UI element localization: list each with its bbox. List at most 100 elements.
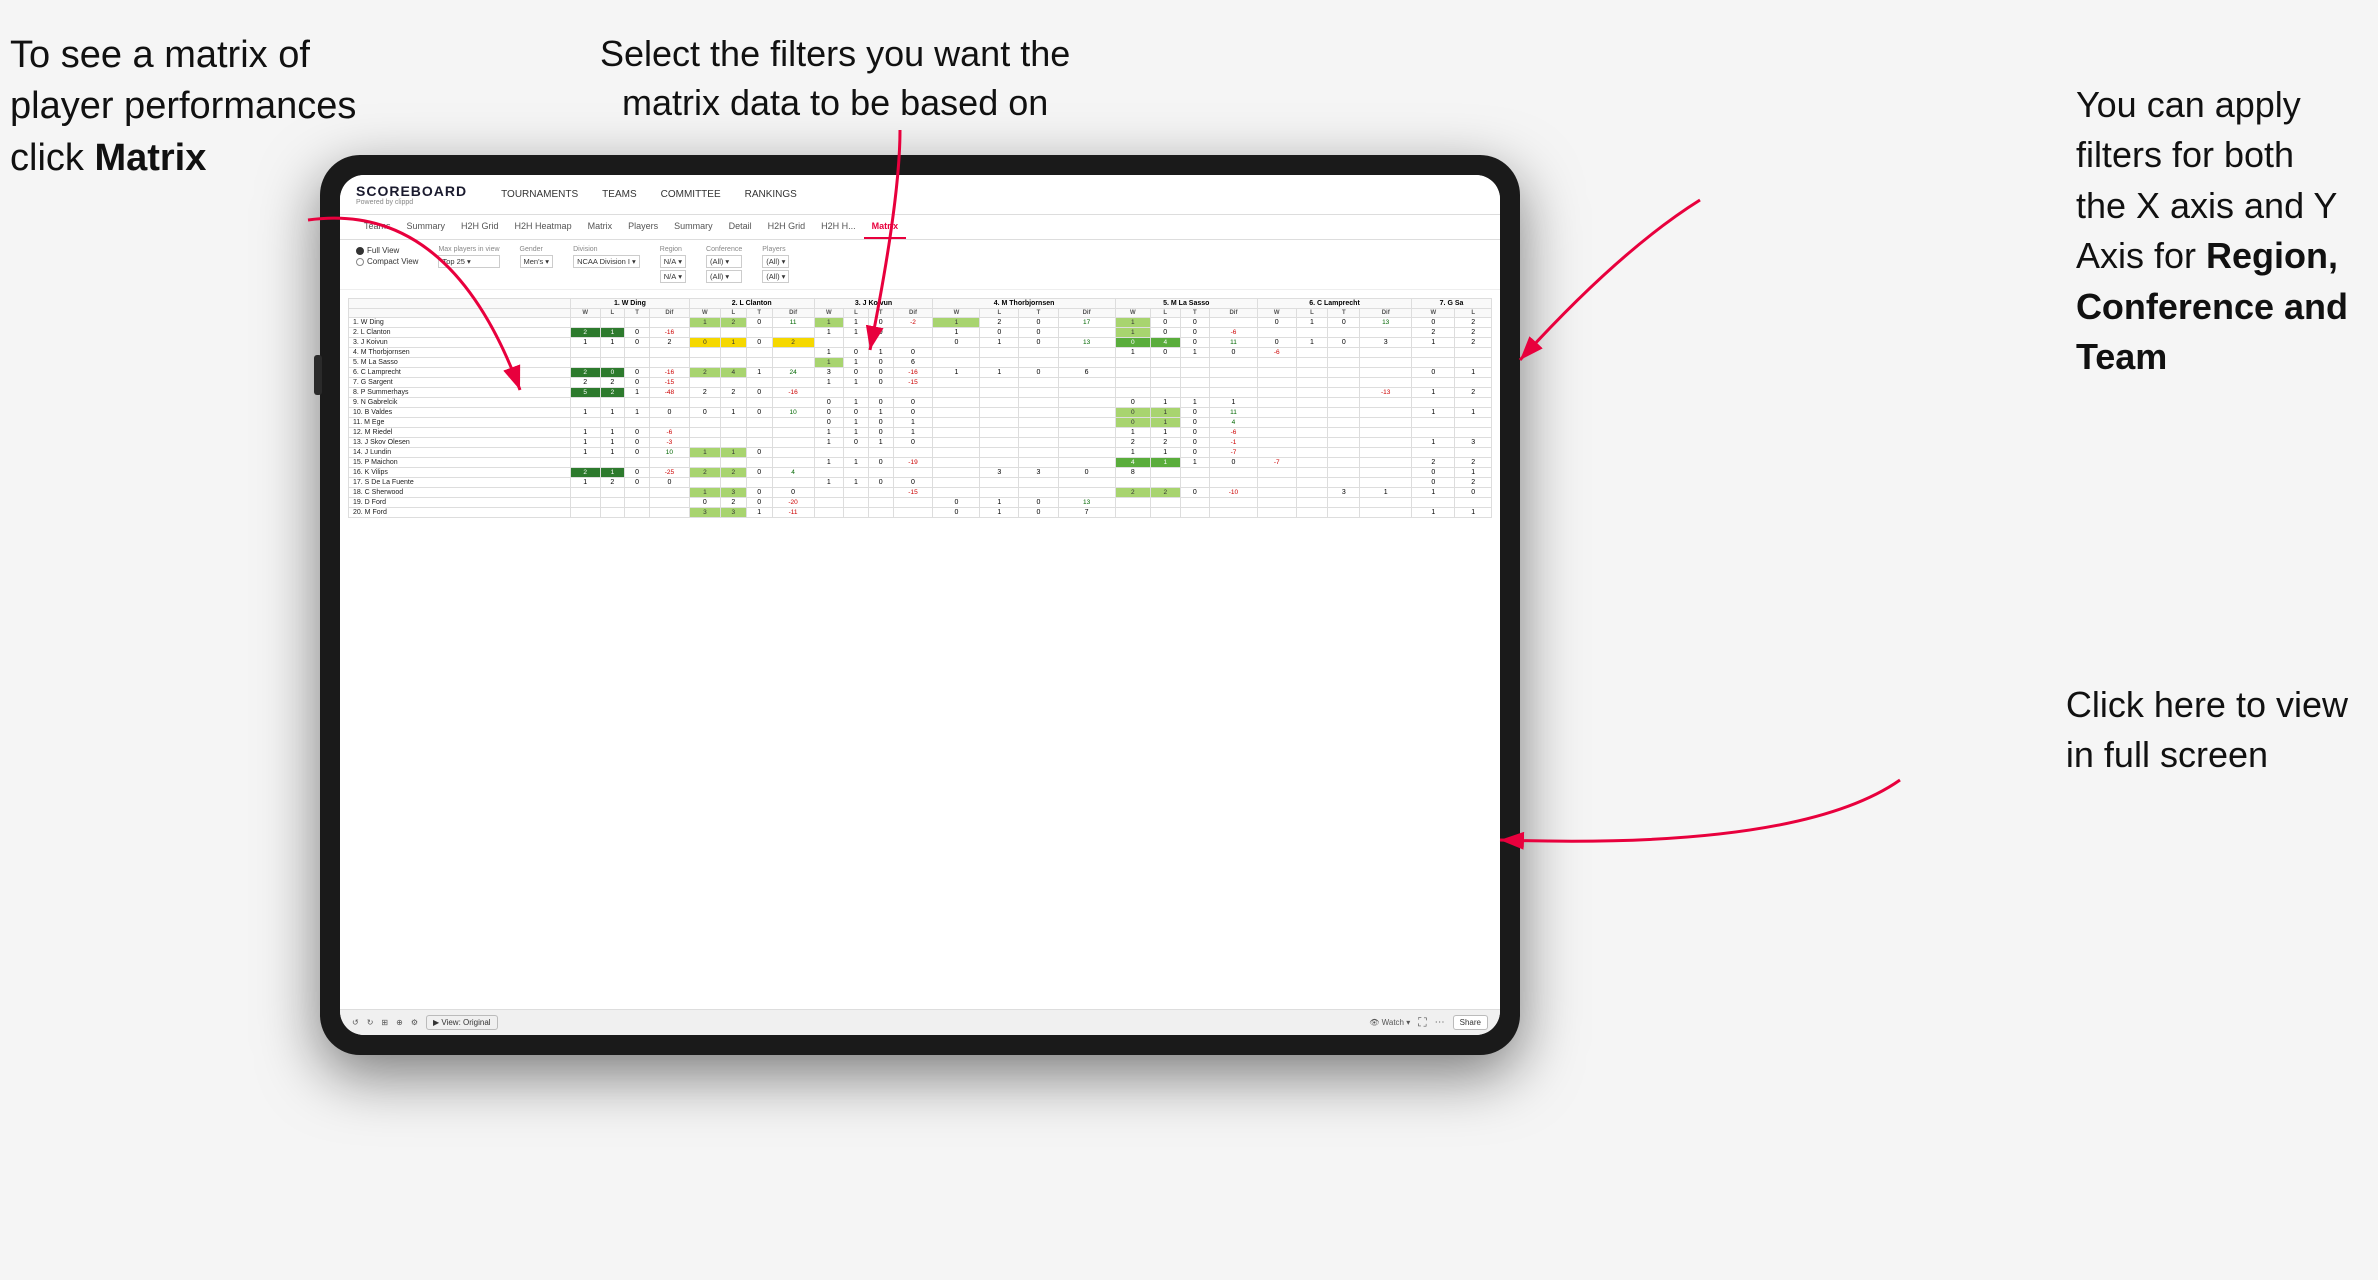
settings-icon[interactable]: ⚙ bbox=[411, 1018, 418, 1027]
compact-view-dot bbox=[356, 258, 364, 266]
annotation-top-left: To see a matrix of player performances c… bbox=[10, 30, 356, 184]
tablet-screen: SCOREBOARD Powered by clippd TOURNAMENTS… bbox=[340, 175, 1500, 1035]
filter-max-players: Max players in view Top 25 ▾ bbox=[438, 246, 499, 268]
full-view-radio[interactable]: Full View bbox=[356, 246, 418, 255]
undo-icon[interactable]: ↺ bbox=[352, 1018, 359, 1027]
view-icon: ▶ bbox=[433, 1018, 439, 1027]
tab-summary2[interactable]: Summary bbox=[666, 215, 721, 239]
compact-view-label: Compact View bbox=[367, 257, 418, 266]
tab-detail[interactable]: Detail bbox=[721, 215, 760, 239]
table-row: 1. W Ding 12011 110-2 12017 100 01013 02 bbox=[349, 318, 1492, 328]
conference-select2[interactable]: (All) ▾ bbox=[706, 270, 742, 283]
players-value1: (All) bbox=[766, 257, 779, 266]
tab-teams[interactable]: Teams bbox=[356, 215, 399, 239]
filter-row: Full View Compact View Max players in vi… bbox=[340, 240, 1500, 290]
col-header-3: 3. J Koivun bbox=[814, 299, 933, 309]
region-select2[interactable]: N/A ▾ bbox=[660, 270, 686, 283]
region-value2: N/A bbox=[664, 272, 677, 281]
table-row: 13. J Skov Olesen 110-3 1010 220-1 13 bbox=[349, 438, 1492, 448]
matrix-table: 1. W Ding 2. L Clanton 3. J Koivun 4. M … bbox=[348, 298, 1492, 518]
table-row: 10. B Valdes 1110 01010 0010 01011 11 bbox=[349, 408, 1492, 418]
tab-h2h-h[interactable]: H2H H... bbox=[813, 215, 864, 239]
nav-committee[interactable]: COMMITTEE bbox=[657, 187, 725, 202]
filter-division: Division NCAA Division I ▾ bbox=[573, 246, 640, 268]
tab-h2h-grid2[interactable]: H2H Grid bbox=[760, 215, 814, 239]
table-row: 18. C Sherwood 1300 -15 220-10 31 10 bbox=[349, 488, 1492, 498]
share-icon[interactable]: ⋯ bbox=[1435, 1017, 1445, 1028]
header-player bbox=[349, 299, 571, 309]
filter-region: Region N/A ▾ N/A ▾ bbox=[660, 246, 686, 283]
sub-tabs: Teams Summary H2H Grid H2H Heatmap Matri… bbox=[340, 215, 1500, 240]
table-row: 2. L Clanton 210-16 110 100 100-6 22 bbox=[349, 328, 1492, 338]
gender-select[interactable]: Men's ▾ bbox=[520, 255, 554, 268]
tab-matrix-active[interactable]: Matrix bbox=[864, 215, 907, 239]
watch-button[interactable]: 👁 Watch ▾ bbox=[1369, 1018, 1410, 1027]
table-row: 7. G Sargent 220-15 110-15 bbox=[349, 378, 1492, 388]
tab-players[interactable]: Players bbox=[620, 215, 666, 239]
filter-gender: Gender Men's ▾ bbox=[520, 246, 554, 268]
filter-players: Players (All) ▾ (All) ▾ bbox=[762, 246, 789, 283]
region-value1: N/A bbox=[664, 257, 677, 266]
col-header-2: 2. L Clanton bbox=[689, 299, 814, 309]
col-header-1: 1. W Ding bbox=[570, 299, 689, 309]
region-select1[interactable]: N/A ▾ bbox=[660, 255, 686, 268]
top-nav: SCOREBOARD Powered by clippd TOURNAMENTS… bbox=[340, 175, 1500, 215]
annotation-top-right: You can applyfilters for boththe X axis … bbox=[2076, 80, 2348, 382]
table-row: 15. P Maichon 110-19 4110 -7 22 bbox=[349, 458, 1492, 468]
tab-matrix[interactable]: Matrix bbox=[580, 215, 621, 239]
region-label: Region bbox=[660, 246, 686, 253]
full-view-label: Full View bbox=[367, 246, 399, 255]
table-row: 8. P Summerhays 521-48 220-16 -13 12 bbox=[349, 388, 1492, 398]
tab-h2h-grid[interactable]: H2H Grid bbox=[453, 215, 507, 239]
max-players-label: Max players in view bbox=[438, 246, 499, 253]
conference-value2: (All) bbox=[710, 272, 723, 281]
table-row: 3. J Koivun 1102 0102 01013 04011 0103 1… bbox=[349, 338, 1492, 348]
matrix-content: 1. W Ding 2. L Clanton 3. J Koivun 4. M … bbox=[340, 290, 1500, 1009]
tablet-side-button bbox=[314, 355, 322, 395]
col-header-6: 6. C Lamprecht bbox=[1257, 299, 1411, 309]
table-row: 16. K Vilips 210-25 2204 330 8 01 bbox=[349, 468, 1492, 478]
view-original-button[interactable]: ▶ View: Original bbox=[426, 1015, 498, 1030]
tab-summary[interactable]: Summary bbox=[399, 215, 454, 239]
annotation-bottom-right: Click here to viewin full screen bbox=[2066, 680, 2348, 781]
gender-chevron: ▾ bbox=[545, 257, 549, 266]
fullscreen-icon[interactable]: ⛶ bbox=[1418, 1015, 1426, 1030]
nav-rankings[interactable]: RANKINGS bbox=[741, 187, 801, 202]
share-label: Share bbox=[1460, 1018, 1481, 1027]
table-row: 6. C Lamprecht 200-16 24124 300-16 1106 … bbox=[349, 368, 1492, 378]
bottom-bar-right: 👁 Watch ▾ ⛶ ⋯ Share bbox=[1369, 1015, 1488, 1030]
players-select2[interactable]: (All) ▾ bbox=[762, 270, 789, 283]
share-button[interactable]: Share bbox=[1453, 1015, 1488, 1030]
zoom-icon[interactable]: ⊕ bbox=[396, 1018, 403, 1027]
gender-value: Men's bbox=[524, 257, 544, 266]
table-row: 9. N Gabrelcik 0100 0111 bbox=[349, 398, 1492, 408]
redo-icon[interactable]: ↻ bbox=[367, 1018, 374, 1027]
nav-items: TOURNAMENTS TEAMS COMMITTEE RANKINGS bbox=[497, 187, 801, 202]
division-chevron: ▾ bbox=[632, 257, 636, 266]
sub-w2: W bbox=[689, 309, 720, 318]
view-options: Full View Compact View bbox=[356, 246, 418, 266]
annotation-top-center: Select the filters you want thematrix da… bbox=[600, 30, 1070, 127]
division-label: Division bbox=[573, 246, 640, 253]
table-row: 17. S De La Fuente 1200 1100 02 bbox=[349, 478, 1492, 488]
compact-view-radio[interactable]: Compact View bbox=[356, 257, 418, 266]
filter-conference: Conference (All) ▾ (All) ▾ bbox=[706, 246, 742, 283]
watch-icon: 👁 bbox=[1369, 1018, 1379, 1027]
nav-teams[interactable]: TEAMS bbox=[598, 187, 640, 202]
conference-select1[interactable]: (All) ▾ bbox=[706, 255, 742, 268]
tab-h2h-heatmap[interactable]: H2H Heatmap bbox=[507, 215, 580, 239]
max-players-chevron: ▾ bbox=[467, 257, 471, 266]
table-row: 20. M Ford 331-11 0107 11 bbox=[349, 508, 1492, 518]
nav-tournaments[interactable]: TOURNAMENTS bbox=[497, 187, 582, 202]
col-header-5: 5. M La Sasso bbox=[1115, 299, 1257, 309]
bottom-bar: ↺ ↻ ⊞ ⊕ ⚙ ▶ View: Original 👁 Watch ▾ ⛶ ⋯… bbox=[340, 1009, 1500, 1035]
table-row: 19. D Ford 020-20 01013 bbox=[349, 498, 1492, 508]
table-row: 12. M Riedel 110-6 1101 110-6 bbox=[349, 428, 1492, 438]
table-row: 4. M Thorbjornsen 1010 1010 -6 bbox=[349, 348, 1492, 358]
powered-by: Powered by clippd bbox=[356, 199, 467, 206]
table-row: 5. M La Sasso 1106 bbox=[349, 358, 1492, 368]
players-select1[interactable]: (All) ▾ bbox=[762, 255, 789, 268]
division-select[interactable]: NCAA Division I ▾ bbox=[573, 255, 640, 268]
reset-icon[interactable]: ⊞ bbox=[381, 1018, 388, 1027]
max-players-select[interactable]: Top 25 ▾ bbox=[438, 255, 499, 268]
